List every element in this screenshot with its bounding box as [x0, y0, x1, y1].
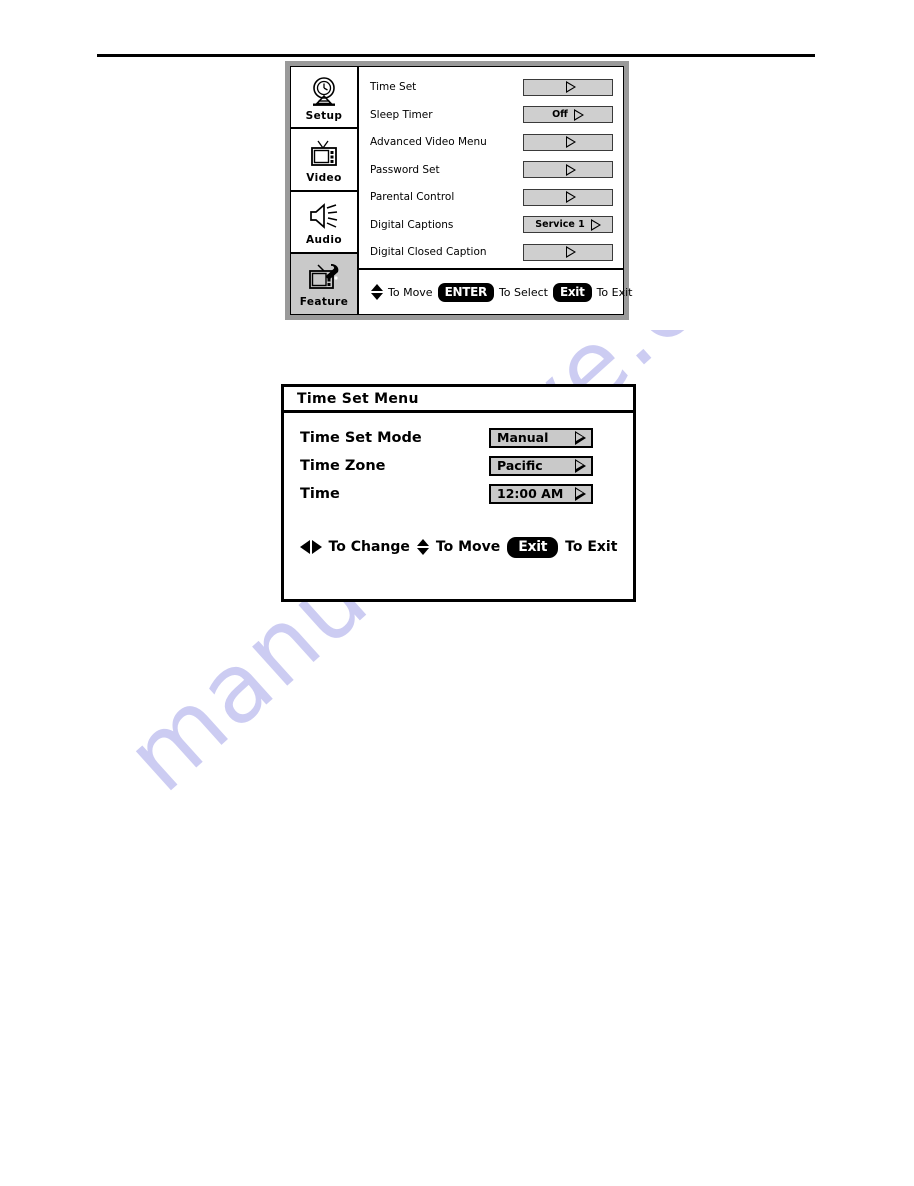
time-row-label: Time [300, 485, 340, 502]
menu-row-password-set: Password Set [359, 157, 623, 183]
time-row-value: 12:00 AM [497, 486, 564, 501]
menu-row-advanced-video-menu: Advanced Video Menu [359, 129, 623, 155]
triangle-right-icon [590, 218, 601, 231]
menu-row-label: Advanced Video Menu [370, 136, 487, 148]
triangle-down-icon [371, 293, 383, 300]
sidebar-item-setup-label: Setup [305, 109, 343, 122]
digital-captions-button[interactable]: Service 1 [523, 216, 613, 233]
triangle-right-icon [566, 136, 576, 148]
page-header-rule [97, 54, 815, 57]
triangle-right-icon [573, 108, 584, 121]
sidebar-item-setup[interactable]: Setup [291, 67, 357, 130]
time-set-menu-header: Time Set Menu [284, 387, 633, 413]
triangle-up-icon [416, 539, 429, 546]
parental-control-button[interactable] [523, 188, 613, 206]
feature-osd-menu: Setup Video Audio Feature Time Set Sleep… [285, 61, 632, 320]
time-set-button[interactable] [523, 78, 613, 96]
enter-key-badge[interactable]: ENTER [437, 282, 494, 302]
time-set-osd-menu: Time Set Menu Time Set Mode Manual Time … [281, 384, 636, 602]
time-row-time: Time 12:00 AM [284, 481, 633, 506]
triangle-right-icon [566, 246, 576, 258]
time-value-selector[interactable]: 12:00 AM [489, 483, 593, 504]
menu-row-label: Time Set [370, 81, 417, 93]
feature-menu-inner: Setup Video Audio Feature Time Set Sleep… [290, 66, 632, 315]
triangle-right-icon [566, 191, 576, 203]
triangle-right-icon [566, 163, 576, 176]
menu-row-label: Digital Closed Caption [370, 246, 487, 258]
up-down-arrows-icon [371, 284, 383, 300]
time-set-menu-body: Time Set Mode Manual Time Zone Pacific T… [284, 413, 633, 565]
speaker-icon [307, 199, 341, 233]
menu-row-digital-closed-caption: Digital Closed Caption [359, 239, 623, 265]
move-hint-label: To Move [435, 539, 501, 555]
triangle-right-icon [311, 540, 322, 554]
password-set-button[interactable] [523, 161, 613, 178]
time-row-label: Time Set Mode [300, 429, 422, 446]
triangle-right-icon [575, 458, 586, 473]
osd-category-sidebar: Setup Video Audio Feature [291, 67, 359, 314]
time-set-mode-selector[interactable]: Manual [489, 427, 593, 448]
sidebar-item-audio[interactable]: Audio [291, 191, 357, 254]
time-row-time-zone: Time Zone Pacific [284, 453, 633, 478]
tv-antenna-icon [307, 137, 341, 171]
menu-row-value: Service 1 [535, 219, 585, 230]
feature-menu-content: Time Set Sleep Timer Off Advanced Video … [359, 67, 632, 314]
change-hint-label: To Change [328, 539, 410, 555]
sidebar-item-video[interactable]: Video [291, 129, 357, 192]
triangle-right-icon [575, 430, 586, 445]
sleep-timer-button[interactable]: Off [523, 106, 613, 123]
triangle-up-icon [371, 284, 383, 291]
menu-row-digital-captions: Digital Captions Service 1 [359, 212, 623, 238]
feature-menu-footer: To Move ENTER To Select Exit To Exit [359, 268, 632, 314]
triangle-left-icon [299, 540, 310, 554]
digital-closed-caption-button[interactable] [523, 243, 613, 261]
select-hint-label: To Select [498, 285, 548, 299]
sidebar-item-feature-label: Feature [299, 296, 349, 309]
time-set-menu-footer: To Change To Move Exit To Exit [284, 529, 633, 565]
sidebar-item-audio-label: Audio [306, 234, 342, 247]
exit-hint-label: To Exit [596, 285, 633, 299]
feature-menu-rows: Time Set Sleep Timer Off Advanced Video … [359, 67, 623, 268]
sidebar-item-video-label: Video [306, 171, 342, 184]
time-row-value: Manual [497, 430, 549, 445]
menu-row-label: Parental Control [370, 191, 455, 203]
time-row-value: Pacific [497, 458, 543, 473]
advanced-video-menu-button[interactable] [523, 133, 613, 151]
time-row-label: Time Zone [300, 457, 386, 474]
clock-stand-icon [307, 75, 341, 109]
menu-row-label: Sleep Timer [370, 108, 433, 121]
move-hint-label: To Move [388, 285, 433, 299]
menu-row-label: Password Set [370, 163, 440, 176]
left-right-arrows-icon [299, 540, 322, 554]
menu-row-sleep-timer: Sleep Timer Off [359, 102, 623, 128]
menu-row-label: Digital Captions [370, 218, 454, 231]
page-title: Time Set Menu [297, 390, 419, 407]
triangle-right-icon [575, 486, 586, 501]
sidebar-item-feature[interactable]: Feature [291, 253, 357, 314]
up-down-arrows-icon [416, 539, 429, 555]
triangle-right-icon [566, 81, 576, 93]
triangle-down-icon [416, 548, 429, 555]
time-zone-selector[interactable]: Pacific [489, 455, 593, 476]
time-row-time-set-mode: Time Set Mode Manual [284, 425, 633, 450]
menu-row-time-set: Time Set [359, 74, 623, 100]
exit-key-badge[interactable]: Exit [552, 282, 592, 302]
exit-key-badge[interactable]: Exit [507, 536, 559, 558]
exit-hint-label: To Exit [565, 539, 618, 555]
menu-row-value: Off [552, 109, 568, 120]
menu-row-parental-control: Parental Control [359, 184, 623, 210]
tv-wrench-icon [307, 261, 341, 295]
